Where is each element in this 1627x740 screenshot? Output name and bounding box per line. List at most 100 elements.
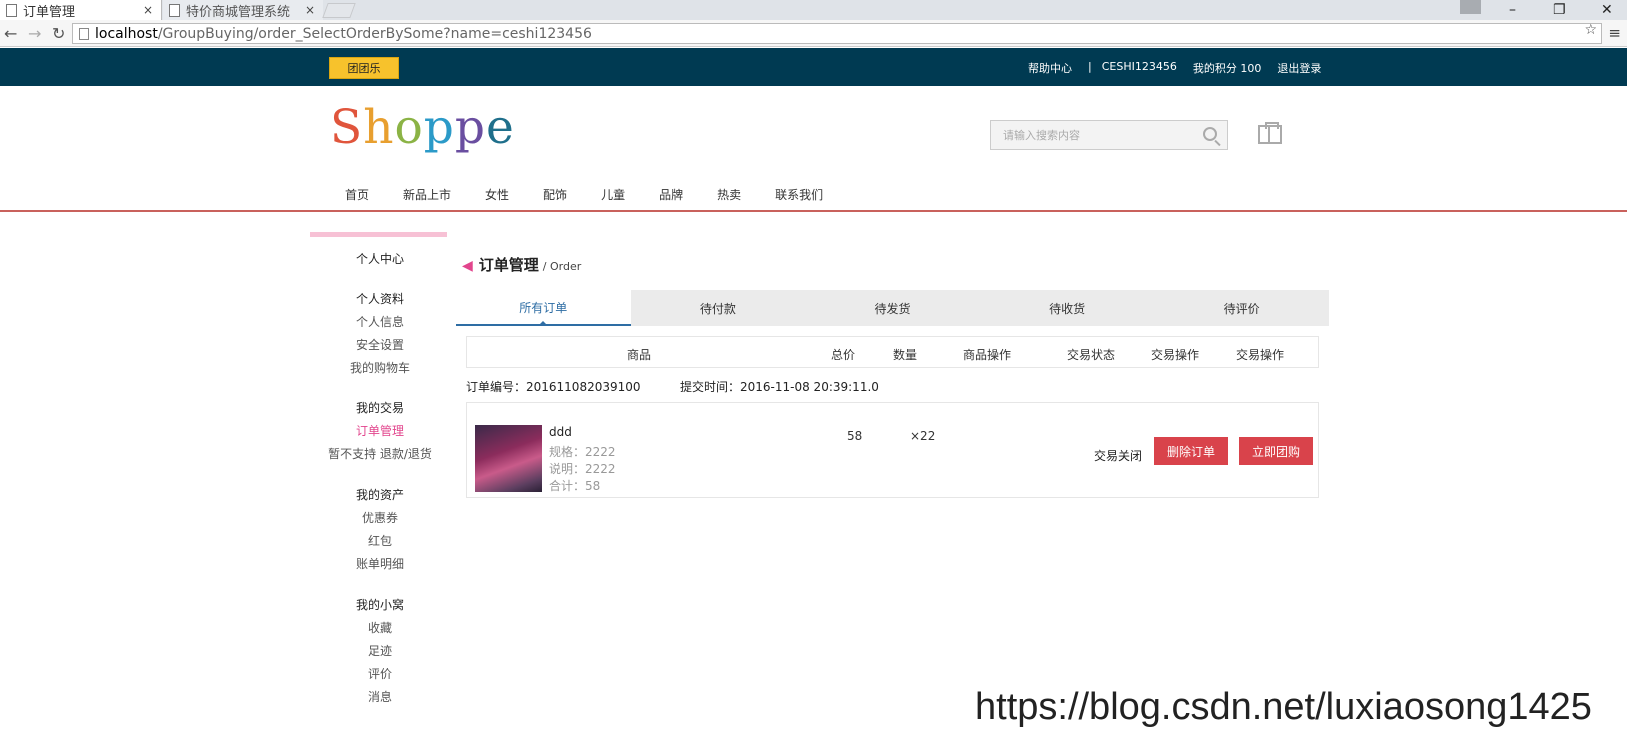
sidebar-item-orders[interactable]: 订单管理 xyxy=(310,422,450,439)
brand-letter: o xyxy=(394,100,424,155)
sidebar-item-refunds[interactable]: 暂不支持 退款/退货 xyxy=(310,445,450,462)
product-spec: 规格：2222 xyxy=(549,445,616,459)
points-link[interactable]: 我的积分 100 xyxy=(1193,60,1262,76)
divider: | xyxy=(1088,60,1092,73)
tab-all-orders[interactable]: 所有订单 xyxy=(456,290,631,326)
reload-icon[interactable]: ↻ xyxy=(52,24,65,43)
browser-tab-admin[interactable]: 特价商城管理系统 × xyxy=(163,0,323,20)
nav-item-home[interactable]: 首页 xyxy=(345,186,369,203)
chevron-left-icon: ◀ xyxy=(462,258,473,274)
nav-divider xyxy=(0,210,1627,212)
column-header: 商品操作 xyxy=(963,348,1012,362)
logout-link[interactable]: 退出登录 xyxy=(1277,60,1321,76)
tab-pending-payment[interactable]: 待付款 xyxy=(631,290,806,326)
page-title: 订单管理 xyxy=(478,256,539,274)
url-path: /GroupBuying/order_SelectOrderBySome?nam… xyxy=(157,25,592,42)
browser-tab-strip: 订单管理 × 特价商城管理系统 × – ❐ ✕ xyxy=(0,0,1627,20)
delete-order-button[interactable]: 删除订单 xyxy=(1154,437,1228,465)
sidebar-group-head: 我的小窝 xyxy=(355,598,404,612)
brand-letter: h xyxy=(363,100,395,155)
brand-letter: p xyxy=(454,100,486,155)
sidebar-item-coupons[interactable]: 优惠券 xyxy=(310,509,450,526)
sidebar-item-favorites[interactable]: 收藏 xyxy=(310,619,450,636)
sidebar-item-messages[interactable]: 消息 xyxy=(310,688,450,705)
sidebar-group-head: 我的交易 xyxy=(355,401,404,415)
column-header: 交易操作 xyxy=(1236,348,1285,362)
address-bar-row: ← → ↻ localhost/GroupBuying/order_Select… xyxy=(0,20,1627,47)
site-top-bar: 团团乐 帮助中心 | CESHI123456 我的积分 100 退出登录 xyxy=(0,48,1627,86)
column-header: 交易状态 xyxy=(1067,348,1116,362)
brand-letter: p xyxy=(423,100,455,155)
sidebar-item-red-packets[interactable]: 红包 xyxy=(310,532,450,549)
product-name[interactable]: ddd xyxy=(549,425,572,439)
sidebar-group-head: 个人资料 xyxy=(355,292,404,306)
forward-arrow-icon[interactable]: → xyxy=(28,24,41,43)
site-logo-button[interactable]: 团团乐 xyxy=(329,57,399,79)
column-header: 商品 xyxy=(627,348,652,362)
order-row: ddd 规格：2222 说明：2222 合计：58 58 ×22 交易关闭 删除… xyxy=(466,402,1319,498)
username-link[interactable]: CESHI123456 xyxy=(1102,60,1177,76)
buy-now-button[interactable]: 立即团购 xyxy=(1239,437,1313,465)
brand-letter: e xyxy=(485,100,515,155)
page-icon xyxy=(79,27,89,40)
close-tab-icon[interactable]: × xyxy=(305,3,315,17)
help-center-link[interactable]: 帮助中心 xyxy=(1028,60,1072,76)
brand-letter: S xyxy=(330,100,364,155)
column-header: 数量 xyxy=(893,348,918,362)
nav-item-accessories[interactable]: 配饰 xyxy=(543,186,567,203)
tab-pending-review[interactable]: 待评价 xyxy=(1154,290,1329,326)
nav-item-brands[interactable]: 品牌 xyxy=(659,186,683,203)
star-icon[interactable]: ☆ xyxy=(1584,22,1597,38)
order-quantity: ×22 xyxy=(910,429,936,443)
page-icon xyxy=(6,3,17,17)
sidebar-item-profile[interactable]: 个人信息 xyxy=(310,313,450,330)
nav-item-hot[interactable]: 热卖 xyxy=(717,186,741,203)
brand-logo[interactable]: Shoppe xyxy=(330,100,515,155)
product-total: 合计：58 xyxy=(549,479,601,493)
close-window-button[interactable]: ✕ xyxy=(1601,0,1613,20)
nav-item-new[interactable]: 新品上市 xyxy=(403,186,451,203)
url-input[interactable]: localhost/GroupBuying/order_SelectOrderB… xyxy=(72,23,1602,44)
sidebar-group-head: 我的资产 xyxy=(355,488,404,502)
order-number: 订单编号：201611082039100 xyxy=(466,380,641,394)
page-subtitle: / Order xyxy=(542,260,582,273)
sidebar-item-cart[interactable]: 我的购物车 xyxy=(310,359,450,376)
search-input[interactable]: 请输入搜索内容 xyxy=(990,120,1228,150)
nav-item-contact[interactable]: 联系我们 xyxy=(775,186,823,203)
shopping-bag-icon[interactable] xyxy=(1258,122,1282,144)
sidebar-title: 个人中心 xyxy=(355,252,404,266)
sidebar-item-security[interactable]: 安全设置 xyxy=(310,336,450,353)
order-price: 58 xyxy=(847,429,863,443)
tab-pending-shipment[interactable]: 待发货 xyxy=(805,290,980,326)
nav-item-women[interactable]: 女性 xyxy=(485,186,509,203)
table-header: 商品 总价 数量 商品操作 交易状态 交易操作 交易操作 xyxy=(466,336,1319,368)
back-arrow-icon[interactable]: ← xyxy=(4,24,17,43)
search-icon[interactable] xyxy=(1203,127,1217,141)
close-tab-icon[interactable]: × xyxy=(143,3,153,17)
top-links: 帮助中心 | CESHI123456 我的积分 100 退出登录 xyxy=(1028,60,1321,76)
order-time: 提交时间：2016-11-08 20:39:11.0 xyxy=(680,380,879,394)
watermark: https://blog.csdn.net/luxiaosong1425 xyxy=(975,686,1592,728)
restore-button[interactable]: ❐ xyxy=(1553,0,1566,20)
menu-icon[interactable]: ≡ xyxy=(1608,24,1621,42)
order-tabs: 所有订单 待付款 待发货 待收货 待评价 xyxy=(456,290,1329,326)
page-icon xyxy=(169,3,180,17)
sidebar-item-reviews[interactable]: 评价 xyxy=(310,665,450,682)
column-header: 总价 xyxy=(831,348,856,362)
sidebar-item-bills[interactable]: 账单明细 xyxy=(310,555,450,572)
status-badge: 交易关闭 xyxy=(1094,449,1143,463)
nav-item-kids[interactable]: 儿童 xyxy=(601,186,625,203)
browser-tab-orders[interactable]: 订单管理 × xyxy=(0,0,162,20)
url-host: localhost xyxy=(95,25,158,42)
product-description: 说明：2222 xyxy=(549,462,616,476)
breadcrumb: ◀ 订单管理 / Order xyxy=(462,254,581,275)
main-nav: 首页 新品上市 女性 配饰 儿童 品牌 热卖 联系我们 xyxy=(345,186,857,203)
tab-label: 特价商城管理系统 xyxy=(186,4,291,20)
column-header: 交易操作 xyxy=(1151,348,1200,362)
sidebar-item-history[interactable]: 足迹 xyxy=(310,642,450,659)
product-image[interactable] xyxy=(475,425,542,492)
tab-pending-receipt[interactable]: 待收货 xyxy=(980,290,1155,326)
user-profile-icon[interactable] xyxy=(1460,0,1481,14)
minimize-button[interactable]: – xyxy=(1509,0,1516,20)
new-tab-button[interactable] xyxy=(322,3,356,18)
